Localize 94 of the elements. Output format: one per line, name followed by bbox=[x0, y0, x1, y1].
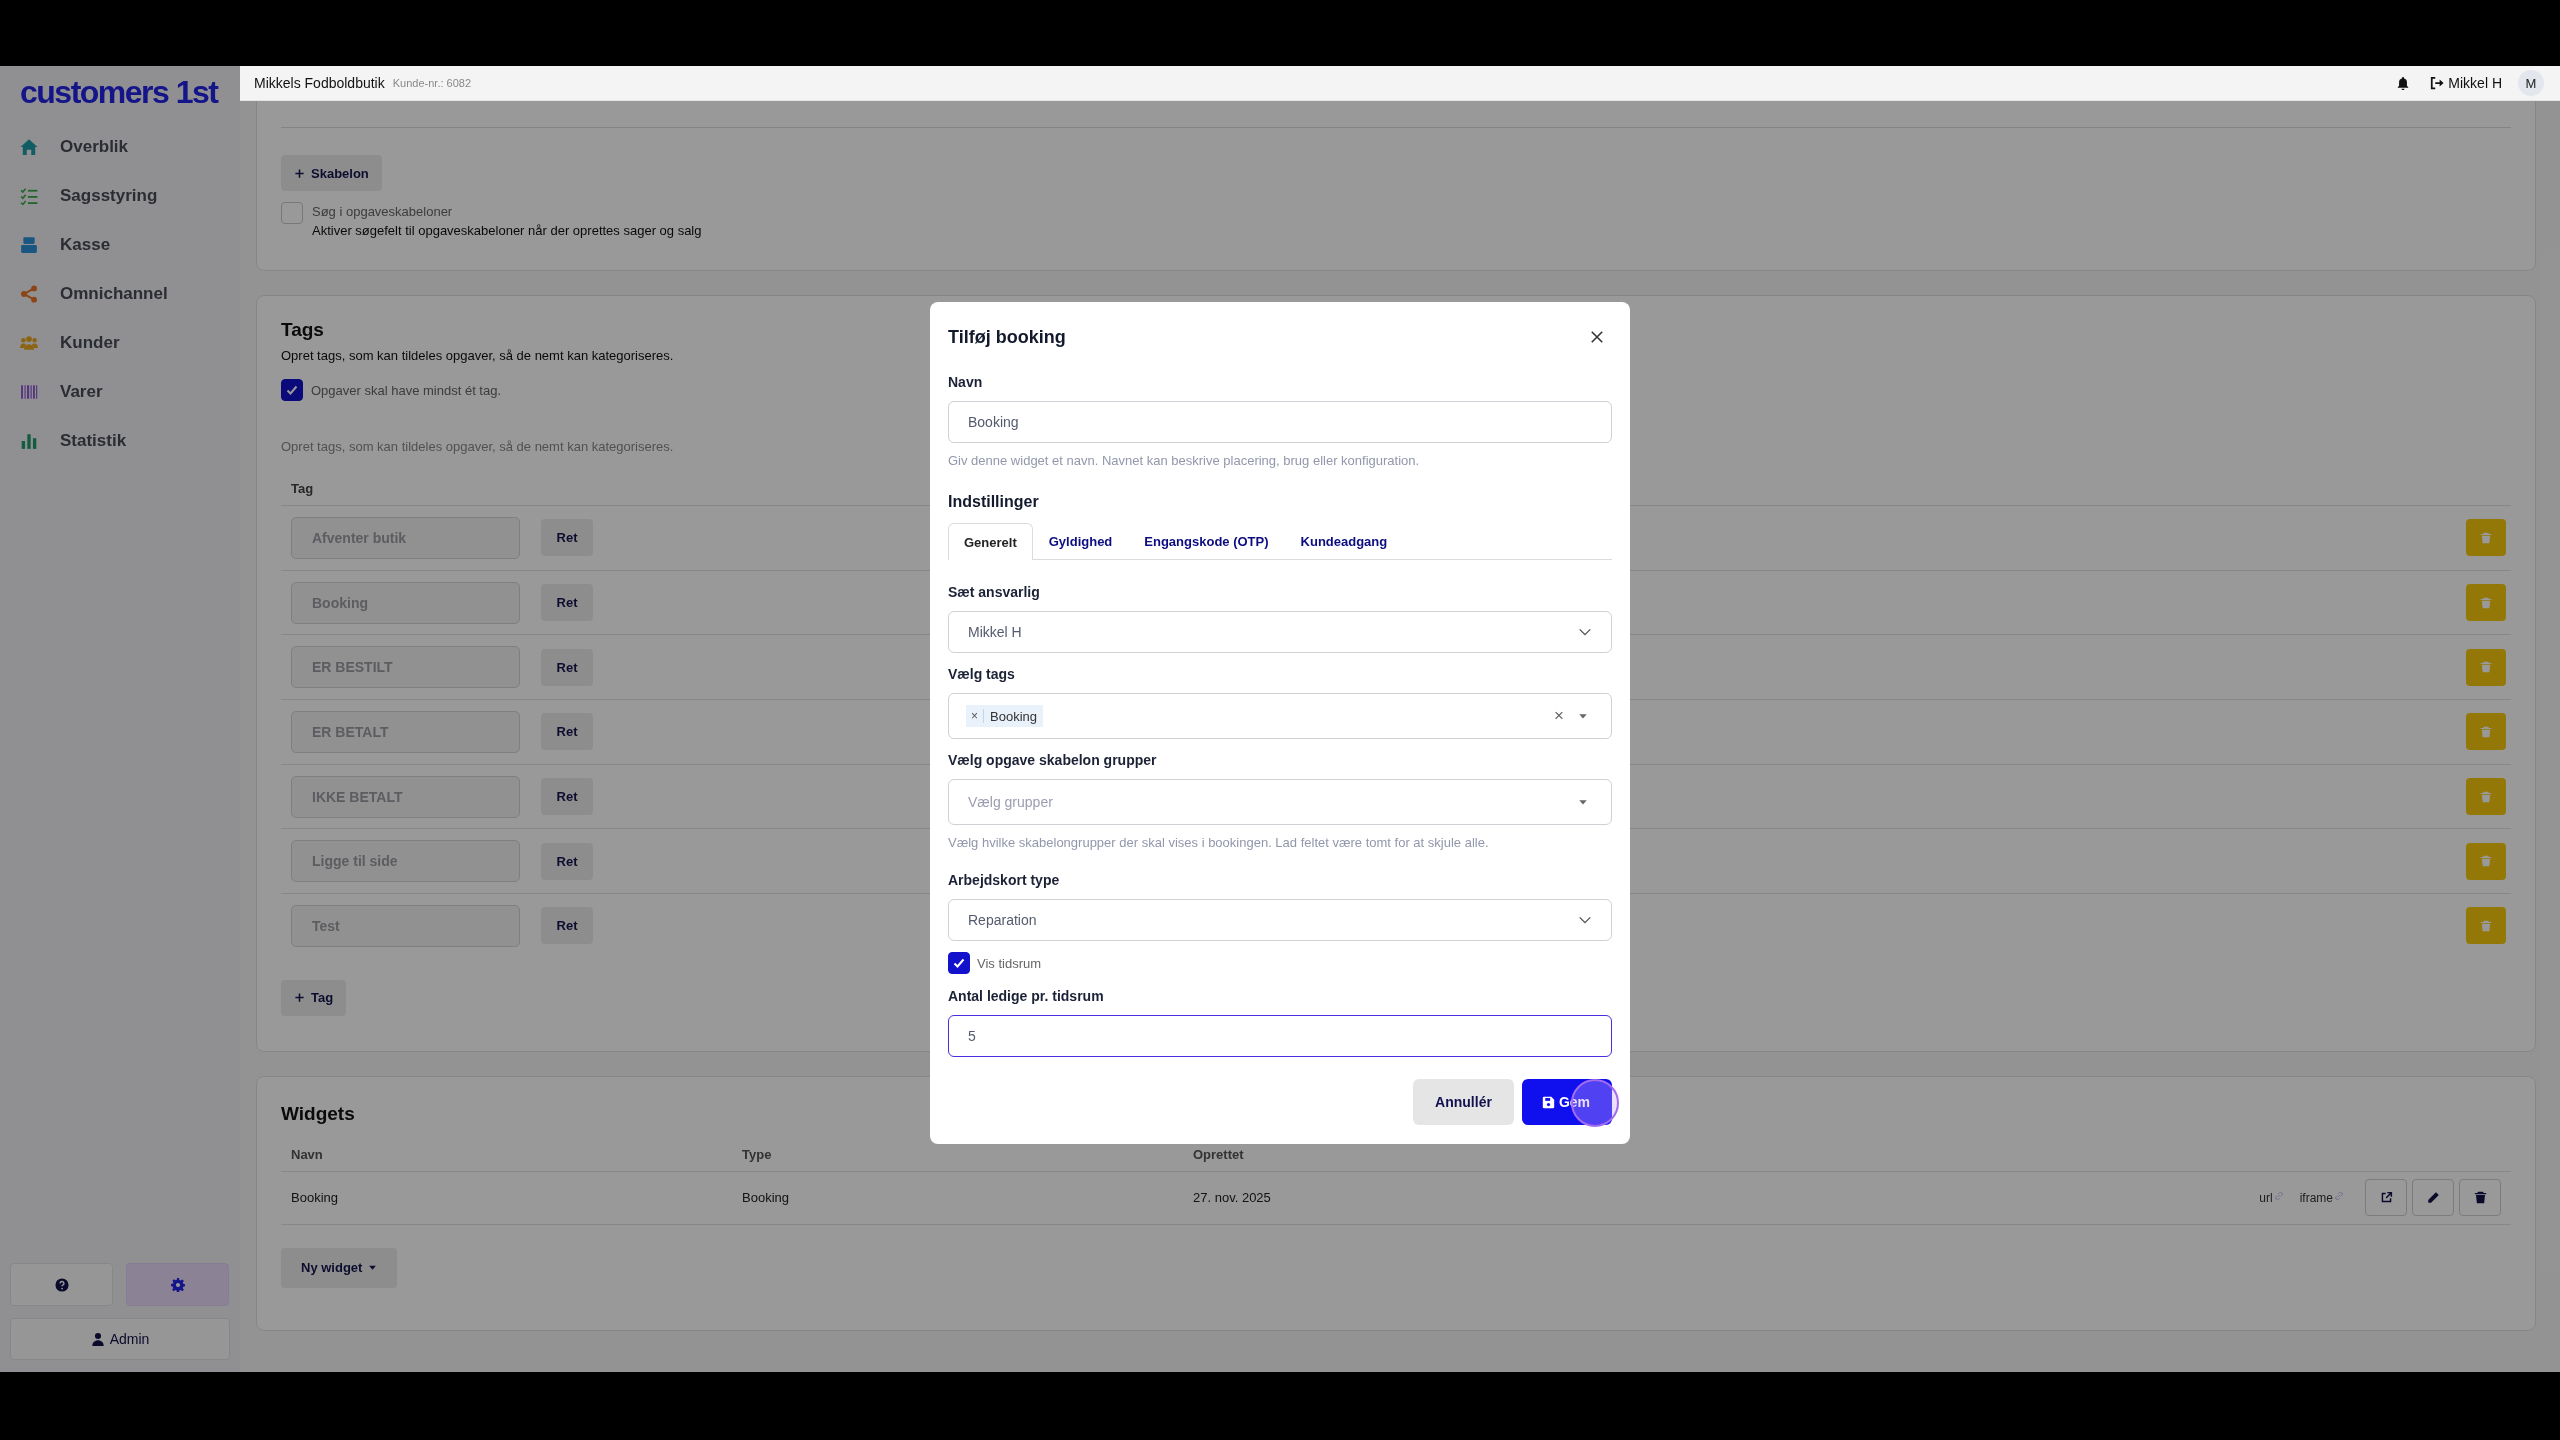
nav-item[interactable]: Overblik bbox=[0, 122, 240, 171]
trash-icon bbox=[2480, 661, 2492, 674]
input-field[interactable]: Booking bbox=[948, 401, 1612, 443]
tag-select[interactable]: × Booking × bbox=[948, 693, 1612, 739]
help-icon bbox=[54, 1277, 69, 1292]
cancel-button[interactable]: Annullér bbox=[1413, 1079, 1514, 1125]
hint-text: Giv denne widget et navn. Navnet kan beskrive placering, brug eller konfiguration. bbox=[948, 453, 1421, 468]
bell-icon[interactable] bbox=[2396, 76, 2411, 90]
trash-icon bbox=[2480, 531, 2492, 544]
remove-tag-button[interactable]: × bbox=[966, 709, 984, 723]
edit-button[interactable]: Ret bbox=[541, 842, 593, 880]
input-field[interactable]: 5 bbox=[948, 1015, 1612, 1057]
close-icon[interactable] bbox=[1590, 330, 1604, 344]
clear-button[interactable]: × bbox=[1554, 706, 1564, 726]
edit-button[interactable]: Ret bbox=[541, 584, 593, 622]
new-widget-button[interactable]: Ny widget bbox=[281, 1247, 398, 1288]
tag-chip: × Booking bbox=[966, 705, 1043, 727]
field-label: Vælg opgave skabelon grupper bbox=[948, 752, 1158, 768]
edit-button[interactable]: Ret bbox=[541, 713, 593, 751]
hint-text: Opret tags, som kan tildeles opgaver, så de nemt kan kategoriseres. bbox=[281, 439, 674, 454]
caret-down-icon bbox=[1578, 711, 1588, 721]
column-header: Tag bbox=[291, 481, 314, 498]
column-header: Oprettet bbox=[1193, 1147, 1245, 1163]
section-title: Widgets bbox=[281, 1102, 355, 1125]
external-link-icon bbox=[2379, 1191, 2393, 1205]
checkbox-label: Vis tidsrum bbox=[977, 955, 1042, 971]
open-button[interactable] bbox=[2365, 1179, 2407, 1217]
help-button[interactable] bbox=[10, 1263, 113, 1306]
trash-icon bbox=[2480, 596, 2492, 609]
user-menu[interactable]: Mikkel H bbox=[2430, 75, 2502, 91]
nav-item[interactable]: Statistik bbox=[0, 416, 240, 465]
logo[interactable]: customers 1st bbox=[0, 66, 240, 118]
field-label: Navn bbox=[948, 374, 984, 390]
checkbox[interactable] bbox=[281, 379, 303, 401]
edit-button[interactable]: Ret bbox=[541, 778, 593, 816]
field-label: Sæt ansvarlig bbox=[948, 584, 1041, 600]
pencil-icon bbox=[2426, 1191, 2440, 1205]
trash-icon bbox=[2480, 725, 2492, 738]
hint-text: Vælg hvilke skabelongrupper der skal vises i bookingen. Lad feltet være tomt for at skjule alle. bbox=[948, 835, 1490, 850]
edit-button[interactable] bbox=[2412, 1179, 2454, 1217]
table-cell-text: 27. nov. 2025 bbox=[1193, 1190, 1272, 1206]
dialog-title: Tilføj booking bbox=[948, 326, 1066, 348]
column-header: Type bbox=[742, 1147, 773, 1163]
section-title: Tags bbox=[281, 319, 324, 341]
save-button[interactable]: Gem bbox=[1521, 1079, 1612, 1125]
edit-button[interactable]: Ret bbox=[541, 648, 593, 686]
nav-item[interactable]: Kasse bbox=[0, 220, 240, 269]
table-cell-text: Booking bbox=[742, 1190, 790, 1206]
field-label: Antal ledige pr. tidsrum bbox=[948, 988, 1105, 1004]
nav-item[interactable]: Kunder bbox=[0, 318, 240, 367]
table-cell-text: Booking bbox=[291, 1190, 339, 1206]
avatar[interactable]: M bbox=[2518, 70, 2544, 96]
caret-down-icon bbox=[1578, 797, 1588, 807]
trash-icon bbox=[2473, 1191, 2487, 1205]
link-icon bbox=[2334, 1190, 2344, 1201]
delete-button[interactable] bbox=[2459, 1179, 2501, 1217]
link-icon bbox=[2273, 1190, 2284, 1201]
column-header: Navn bbox=[291, 1147, 324, 1163]
checkbox-label: Opgaver skal have mindst ét tag. bbox=[311, 382, 502, 398]
plus-icon bbox=[294, 992, 305, 1004]
nav-item[interactable]: Sagsstyring bbox=[0, 171, 240, 220]
tab[interactable]: Engangskode (OTP) bbox=[1128, 523, 1285, 559]
nav-item[interactable]: Omnichannel bbox=[0, 269, 240, 318]
add-template-button[interactable]: Skabelon bbox=[281, 155, 382, 191]
caret-down-icon bbox=[368, 1263, 378, 1273]
settings-icon bbox=[170, 1277, 185, 1292]
field-label: Arbejdskort type bbox=[948, 872, 1061, 888]
dropdown[interactable]: Mikkel H bbox=[948, 611, 1612, 653]
customer-number: Kunde-nr.: 6082 bbox=[392, 77, 472, 89]
tab[interactable]: Gyldighed bbox=[1032, 523, 1129, 559]
field-label: Vælg tags bbox=[948, 666, 1016, 682]
trash-icon bbox=[2480, 790, 2492, 803]
user-icon bbox=[90, 1332, 105, 1346]
option-description: Aktiver søgefelt til opgaveskabeloner når der oprettes sager og salg bbox=[312, 223, 702, 238]
link[interactable]: iframe bbox=[2299, 1190, 2333, 1205]
sign-out-icon bbox=[2430, 76, 2445, 90]
edit-button[interactable]: Ret bbox=[541, 519, 593, 557]
tab[interactable]: Kundeadgang bbox=[1284, 523, 1404, 559]
section-title: Indstillinger bbox=[948, 493, 1040, 511]
tab[interactable]: Generelt bbox=[948, 523, 1033, 560]
nav-item[interactable]: Varer bbox=[0, 367, 240, 416]
trash-icon bbox=[2480, 919, 2492, 932]
plus-icon bbox=[294, 167, 305, 179]
shop-name: Mikkels Fodboldbutik bbox=[254, 75, 385, 91]
add-tag-button[interactable]: Tag bbox=[281, 979, 347, 1016]
edit-button[interactable]: Ret bbox=[541, 907, 593, 945]
checkbox-label: Søg i opgaveskabeloner bbox=[312, 204, 454, 219]
link[interactable]: url bbox=[2259, 1190, 2273, 1205]
trash-icon bbox=[2480, 855, 2492, 868]
admin-button[interactable]: Admin bbox=[10, 1318, 230, 1360]
settings-button[interactable] bbox=[126, 1263, 229, 1306]
section-description: Opret tags, som kan tildeles opgaver, så de nemt kan kategoriseres. bbox=[281, 348, 674, 363]
checkbox[interactable] bbox=[948, 952, 970, 974]
dropdown[interactable]: Reparation bbox=[948, 899, 1612, 941]
